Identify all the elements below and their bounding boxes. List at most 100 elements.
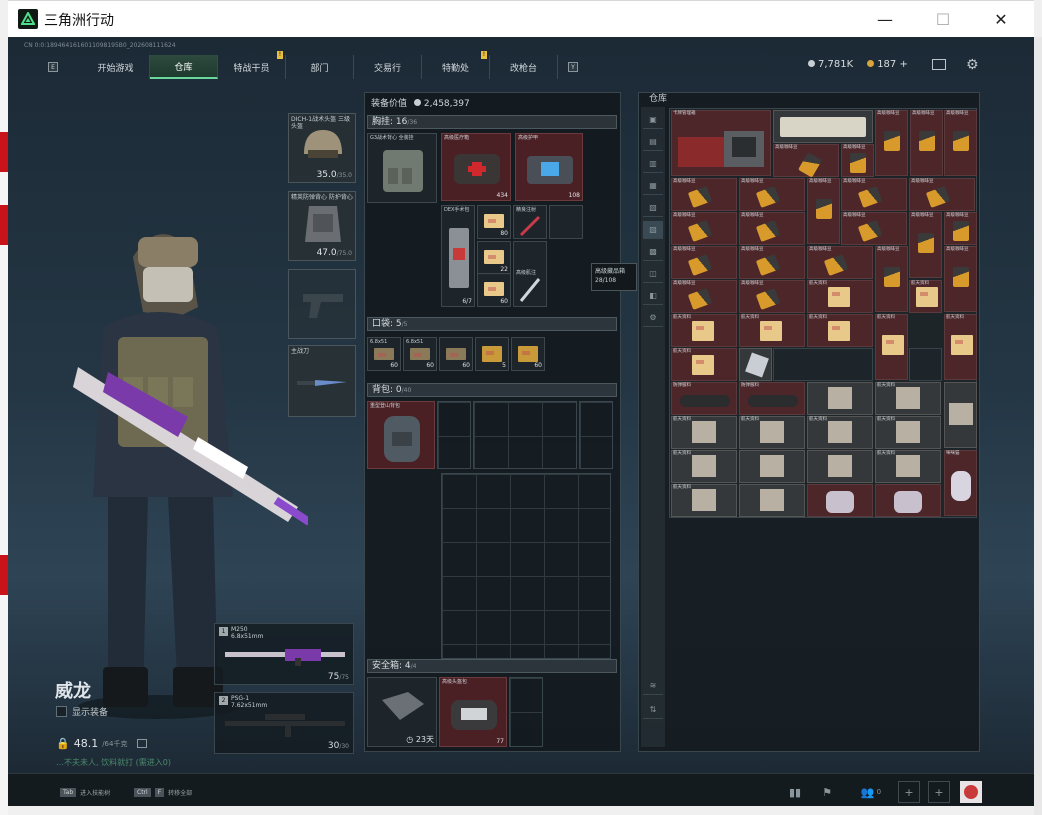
tab-warehouse[interactable]: 仓库 [150, 55, 218, 79]
safe-box-content[interactable]: 高级头盔包 77 [439, 677, 507, 747]
stash-item-card-box[interactable]: 卡牌管理箱 [671, 110, 771, 176]
close-button[interactable]: ✕ [978, 1, 1024, 38]
surgical-kit-item[interactable]: DEX手术包 6/7 [441, 205, 475, 307]
stash-item-coffee[interactable]: 高级咖啡豆 [671, 280, 737, 313]
stash-item-map[interactable]: 航天资料 [875, 450, 941, 483]
tab-trade[interactable]: 交易行 [354, 55, 422, 79]
stats-icon[interactable]: ▮▮ [784, 781, 806, 803]
stash-item-coffee[interactable]: 高级咖啡豆 [671, 212, 737, 245]
stash-item-map[interactable]: 航天资料 [807, 416, 873, 449]
stash-item-document[interactable]: 航天资料 [807, 280, 873, 313]
add-squad-button[interactable]: + [928, 781, 950, 803]
stash-item-coffee[interactable]: 高级咖啡豆 [944, 246, 977, 312]
stash-filter-keys[interactable]: ▩ [643, 243, 663, 261]
stash-item-map[interactable] [944, 382, 977, 448]
tab-start-game[interactable]: 开始游戏 [82, 55, 150, 79]
safe-box-slot[interactable] [509, 677, 543, 747]
stash-item-coffee[interactable]: 高级咖啡豆 [807, 178, 840, 244]
stash-item-map[interactable] [807, 450, 873, 483]
stash-filter-medical[interactable]: ▧ [643, 199, 663, 217]
stash-item-coffee[interactable]: 高级咖啡豆 [739, 246, 805, 279]
stash-item-document[interactable]: 航天资料 [944, 314, 977, 380]
stash-item-coffee[interactable]: 高级咖啡豆 [944, 110, 977, 176]
pocket-item[interactable]: 60 [439, 337, 473, 371]
gear-icon[interactable]: ⚙ [966, 57, 979, 73]
checkbox[interactable] [56, 706, 67, 717]
melee-slot[interactable]: 主战刀 [288, 345, 356, 417]
stash-item-map[interactable]: 航天资料 [875, 382, 941, 415]
nav-right-key[interactable]: Y [568, 62, 578, 72]
stash-item-coffee[interactable]: 高级咖啡豆 [841, 178, 907, 211]
friends-button[interactable]: 👥 0 [856, 781, 886, 803]
stash-item-coffee[interactable]: 高级咖啡豆 [875, 110, 908, 176]
stash-item-map[interactable] [739, 484, 805, 517]
secondary-weapon-slot[interactable]: 2 PSG-1 7.62x51mm 30/30 [214, 692, 354, 754]
flag-icon[interactable]: ⚑ [816, 781, 838, 803]
stash-item-map[interactable]: 航天资料 [671, 416, 737, 449]
stash-item-coffee[interactable]: 高级咖啡豆 [841, 212, 907, 245]
nav-left-key[interactable]: E [48, 62, 58, 72]
pocket-item[interactable]: 60 [511, 337, 545, 371]
ammo-item[interactable]: 80 [477, 205, 511, 239]
tab-department[interactable]: 部门 [286, 55, 354, 79]
backpack-grid[interactable] [441, 473, 611, 659]
stash-item-plush[interactable]: 咪咪猫 [944, 450, 977, 516]
stash-filter-misc[interactable]: ◫ [643, 265, 663, 283]
stash-item-map[interactable] [739, 450, 805, 483]
stash-item-cash[interactable] [773, 110, 873, 143]
primary-weapon-slot[interactable]: 1 M250 6.8x51mm 75/75 [214, 623, 354, 685]
stash-item-coffee[interactable]: 高级咖啡豆 [773, 144, 839, 178]
ammo-item[interactable]: 22 [477, 241, 511, 275]
helmet-slot[interactable]: DICH-1战术头盔 三级头盔 35.0/35.0 [288, 113, 356, 183]
tab-special-ops[interactable]: 特勤处! [422, 51, 490, 79]
stash-item-suppressor[interactable]: 防弹服料 [739, 382, 805, 415]
stash-item-crystal[interactable] [739, 348, 772, 381]
add-squad-button[interactable]: + [898, 781, 920, 803]
skill-tree-hotkey[interactable]: Tab 进入技能树 [60, 786, 110, 798]
stash-item-document[interactable]: 航天资料 [739, 314, 805, 347]
stash-item-document[interactable]: 航天资料 [671, 314, 737, 347]
stash-item-coffee[interactable]: 高级咖啡豆 [739, 212, 805, 245]
stash-item-suppressor[interactable]: 防弹服料 [671, 382, 737, 415]
stash-item-coffee[interactable]: 高级咖啡豆 [739, 178, 805, 211]
backpack-grid-slot[interactable] [437, 401, 471, 469]
pocket-item[interactable]: 6.8x51 60 [403, 337, 437, 371]
stash-item-document[interactable]: 航天资料 [671, 348, 737, 381]
backpack-grid-slot[interactable] [473, 401, 577, 469]
layers-icon[interactable]: ≋ [643, 677, 663, 695]
stash-filter-armor[interactable]: ▥ [643, 155, 663, 173]
tab-operators[interactable]: 特战干员! [218, 51, 286, 79]
transfer-all-hotkey[interactable]: Ctrl F 转移全部 [134, 786, 192, 798]
avatar[interactable] [960, 781, 982, 803]
stash-item-coffee[interactable]: 高级咖啡豆 [910, 110, 943, 176]
stash-empty-slot[interactable] [773, 348, 873, 381]
injector-item[interactable]: 高级肌注 [513, 241, 547, 307]
stash-item-coffee[interactable]: 高级咖啡豆 [807, 246, 873, 279]
stash-item-coffee[interactable]: 高级咖啡豆 [739, 280, 805, 313]
armor-kit-item[interactable]: 高级护甲 108 [515, 133, 583, 201]
backpack-item[interactable]: 重型登山背包 [367, 401, 435, 469]
pocket-item[interactable]: 6.8x51 60 [367, 337, 401, 371]
bond-amount[interactable]: 187 + [867, 59, 908, 70]
backpack-grid-slot[interactable] [579, 401, 613, 469]
medical-kit-item[interactable]: 高级医疗箱 434 [441, 133, 511, 201]
stash-item-figure[interactable] [807, 484, 873, 517]
maximize-button[interactable]: ☐ [920, 1, 966, 38]
pocket-item[interactable]: 5 [475, 337, 509, 371]
stash-filter-all[interactable]: ▣ [643, 111, 663, 129]
mail-icon[interactable] [932, 59, 946, 70]
stash-filter-weapons[interactable]: ▤ [643, 133, 663, 151]
stash-item-coffee[interactable]: 高级咖啡豆 [671, 178, 737, 211]
stash-filter-ammo[interactable]: ▦ [643, 177, 663, 195]
stash-item-coffee[interactable]: 高级咖啡豆 [944, 212, 977, 245]
stash-item-coffee[interactable]: 高级咖啡豆 [841, 144, 874, 177]
stash-item-map[interactable]: 航天资料 [671, 484, 737, 517]
settings-icon[interactable]: ⚙ [643, 309, 663, 327]
show-equipment-toggle[interactable]: 显示装备 [56, 705, 108, 718]
chest-rig-item[interactable]: G3战术背心 全装挂 [367, 133, 437, 203]
safe-box-item[interactable]: ◷ 23天 [367, 677, 437, 747]
stash-item-document[interactable]: 航天资料 [875, 314, 908, 380]
pistol-slot[interactable] [288, 269, 356, 339]
stash-filter-extra[interactable]: ◧ [643, 287, 663, 305]
empty-slot[interactable] [549, 205, 583, 239]
